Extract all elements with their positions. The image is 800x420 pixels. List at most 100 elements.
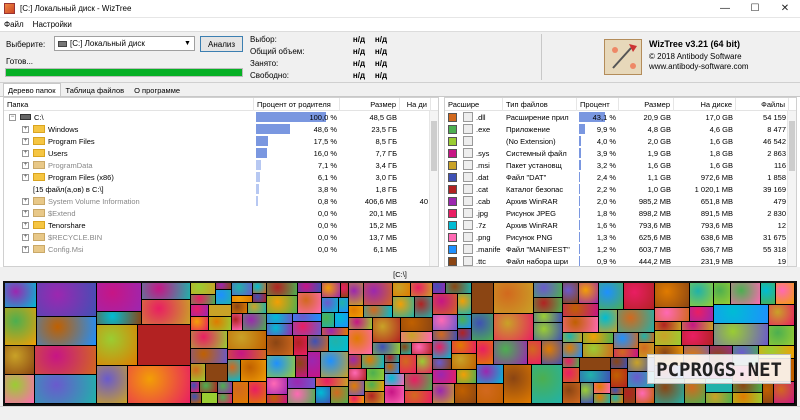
treemap-block[interactable] [322,298,338,312]
treemap-block[interactable] [636,388,654,403]
treemap-block[interactable] [690,283,713,306]
treemap-block[interactable] [209,305,231,316]
tab-file-table[interactable]: Таблица файлов [61,83,130,96]
treemap-block[interactable] [477,341,493,364]
treemap-block[interactable] [243,314,266,330]
treemap-block[interactable] [534,298,562,312]
tree-row[interactable]: − C:\ 100,0 % 48,5 GB [4,111,438,123]
treemap-block[interactable] [349,306,363,317]
treemap-block[interactable] [218,382,232,393]
treemap-block[interactable] [206,364,227,381]
treemap-block[interactable] [655,322,681,330]
treemap-block[interactable] [763,382,773,403]
treemap-block[interactable] [433,370,456,383]
treemap-block[interactable] [458,329,471,340]
treemap-block[interactable] [655,283,689,307]
treemap-block[interactable] [191,283,215,294]
treemap-block[interactable] [288,389,315,403]
treemap-block[interactable] [288,378,315,388]
treemap-block[interactable] [232,296,252,302]
treemap-block[interactable] [191,393,201,403]
treemap-block[interactable] [362,355,384,368]
treemap-block[interactable] [769,305,794,325]
treemap-block[interactable] [452,341,476,353]
treemap-block[interactable] [232,314,242,330]
treemap-block[interactable] [228,360,240,381]
tree-row[interactable]: + Windows 48,6 % 23,5 ГБ [4,123,438,135]
treemap-block[interactable] [365,381,384,391]
treemap-block[interactable] [191,317,208,330]
treemap-block[interactable] [563,368,579,382]
col-on-disk[interactable]: На диске [674,98,736,111]
treemap-block[interactable] [433,384,454,403]
treemap-block[interactable] [385,363,399,373]
treemap-block[interactable] [405,374,432,390]
treemap-block[interactable] [316,378,348,386]
treemap-block[interactable] [191,382,199,392]
treemap-block[interactable] [534,313,562,322]
file-type-row[interactable]: .7z Архив WinRAR 1,6 % 793,6 MB 793,6 MB 12 [445,219,796,231]
expand-icon[interactable]: + [22,221,29,229]
chevron-down-icon[interactable]: ▼ [181,37,194,50]
drive-select[interactable]: [C:] Локальный диск ▼ [54,36,195,51]
expand-icon[interactable]: + [22,209,29,217]
col-files[interactable]: Файлы [736,98,789,111]
types-scroll-thumb[interactable] [789,121,795,171]
treemap-block[interactable] [583,333,613,343]
minimize-button[interactable]: — [710,0,740,18]
treemap-block[interactable] [405,391,432,403]
treemap-block[interactable] [682,331,713,345]
tree-scrollbar[interactable] [429,111,438,266]
treemap-block[interactable] [267,324,292,335]
treemap-block[interactable] [714,283,730,304]
treemap-block[interactable] [322,313,334,327]
treemap-block[interactable] [128,366,190,403]
treemap-block[interactable] [532,365,562,403]
treemap-block[interactable] [249,382,266,403]
tab-folder-tree[interactable]: Дерево папок [3,83,61,96]
treemap-block[interactable] [504,365,531,403]
file-type-row[interactable]: .manife Файл "MANIFEST" 1,2 % 603,7 MB 636,7… [445,243,796,255]
treemap-block[interactable] [455,384,476,403]
treemap-block[interactable] [322,328,348,335]
treemap-block[interactable] [385,355,399,362]
file-type-row[interactable]: .ttc Файл набора шри 0,9 % 444,2 MB 231,9 MB… [445,255,796,266]
treemap-block[interactable] [731,283,760,304]
treemap-block[interactable] [37,283,96,316]
treemap-block[interactable] [583,344,613,357]
treemap-block[interactable] [774,382,794,403]
treemap-block[interactable] [267,314,292,323]
treemap-block[interactable] [580,371,610,382]
treemap-block[interactable] [364,306,392,317]
expand-icon[interactable]: + [22,233,29,241]
treemap-block[interactable] [329,336,348,351]
treemap-block[interactable] [367,369,384,380]
treemap-block[interactable] [542,341,562,364]
treemap-block[interactable] [296,356,307,377]
treemap-block[interactable] [308,336,328,351]
treemap-block[interactable] [401,332,432,342]
tab-about[interactable]: О программе [129,83,185,96]
treemap-block[interactable] [241,360,266,381]
treemap-block[interactable] [216,283,231,289]
treemap-block[interactable] [331,387,348,403]
treemap-block[interactable] [433,341,451,358]
treemap-block[interactable] [776,283,794,304]
treemap-block[interactable] [191,349,227,363]
collapse-icon[interactable]: − [9,113,16,121]
expand-icon[interactable]: + [22,125,29,133]
file-type-row[interactable]: .png Рисунок PNG 1,3 % 625,6 MB 638,6 MB 31 6… [445,231,796,243]
treemap-block[interactable] [293,314,321,321]
treemap-block[interactable] [191,364,205,381]
treemap-block[interactable] [322,283,340,297]
treemap-block[interactable] [458,294,471,314]
expand-icon[interactable]: + [22,161,29,169]
treemap-block[interactable] [580,358,610,370]
treemap-block[interactable] [611,395,623,403]
treemap-block[interactable] [233,382,248,403]
treemap-block[interactable] [267,283,297,295]
treemap-block[interactable] [563,383,580,403]
treemap-block[interactable] [335,313,348,327]
expand-icon[interactable]: + [22,149,29,157]
treemap-block[interactable] [534,283,562,297]
